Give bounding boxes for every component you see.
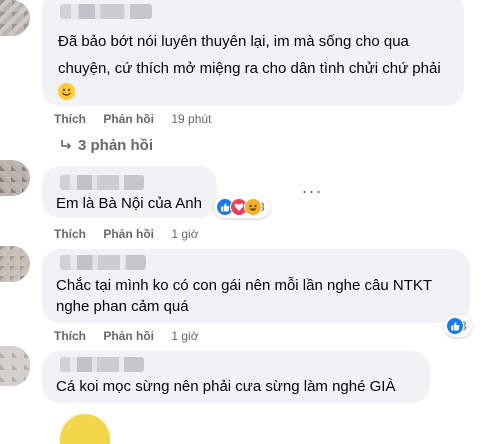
commenter-avatar[interactable] xyxy=(0,246,30,282)
like-button[interactable]: Thích xyxy=(54,227,86,241)
commenter-avatar[interactable] xyxy=(0,160,30,196)
comment-text-line: Chắc tại mình ko có con gái nên mỗi lần … xyxy=(56,277,433,294)
smile-emoji-icon xyxy=(58,83,75,100)
comment-actions: Thích Phản hồi 1 giờ xyxy=(54,328,199,344)
comment-text-line: nghe phan cảm quá xyxy=(56,298,189,315)
commenter-avatar[interactable] xyxy=(0,346,30,386)
comment-bubble: Chắc tại mình ko có con gái nên mỗi lần … xyxy=(42,249,470,323)
reply-button[interactable]: Phản hồi xyxy=(103,329,154,343)
reply-button[interactable]: Phản hồi xyxy=(103,112,154,126)
comment-timestamp[interactable]: 1 giờ xyxy=(171,227,198,241)
view-replies-label: 3 phản hồi xyxy=(78,137,153,154)
view-replies-link[interactable]: 3 phản hồi xyxy=(60,136,153,156)
comment-bubble: Cá koi mọc sừng nên phải cưa sừng làm ng… xyxy=(42,351,430,403)
comment-timestamp[interactable]: 19 phút xyxy=(171,112,211,126)
commenter-name-redacted[interactable] xyxy=(60,255,146,270)
comment-bubble: Em là Bà Nội của Anh xyxy=(42,166,217,218)
reactions-summary[interactable]: 3 xyxy=(214,196,270,218)
like-reaction-icon xyxy=(446,317,464,335)
commenter-name-redacted[interactable] xyxy=(60,4,152,19)
like-button[interactable]: Thích xyxy=(54,112,86,126)
commenter-name-redacted[interactable] xyxy=(60,357,144,372)
commenter-name-redacted[interactable] xyxy=(60,175,144,190)
like-button[interactable]: Thích xyxy=(54,329,86,343)
comment-text: Cá koi mọc sừng nên phải cưa sừng làm ng… xyxy=(56,378,396,395)
comment-actions: Thích Phản hồi 1 giờ xyxy=(54,226,199,242)
reactions-summary[interactable]: 3 xyxy=(444,315,472,337)
comment-actions: Thích Phản hồi 19 phút xyxy=(54,111,211,127)
more-options-icon[interactable]: ··· xyxy=(301,182,323,207)
comment-text-line: Đã bảo bớt nói luyên thuyên lại, im mà s… xyxy=(58,33,409,50)
comment-text-line: chuyện, cứ thích mở miệng ra cho dân tìn… xyxy=(58,60,441,77)
comment-text: Em là Bà Nội của Anh xyxy=(56,195,202,212)
reply-button[interactable]: Phản hồi xyxy=(103,227,154,241)
comment-timestamp[interactable]: 1 giờ xyxy=(171,329,198,343)
partial-avatar[interactable] xyxy=(60,414,110,444)
haha-reaction-icon xyxy=(244,198,262,216)
comment-bubble: Đã bảo bớt nói luyên thuyên lại, im mà s… xyxy=(42,0,464,106)
reply-arrow-icon xyxy=(61,140,72,150)
commenter-avatar[interactable] xyxy=(0,0,30,36)
